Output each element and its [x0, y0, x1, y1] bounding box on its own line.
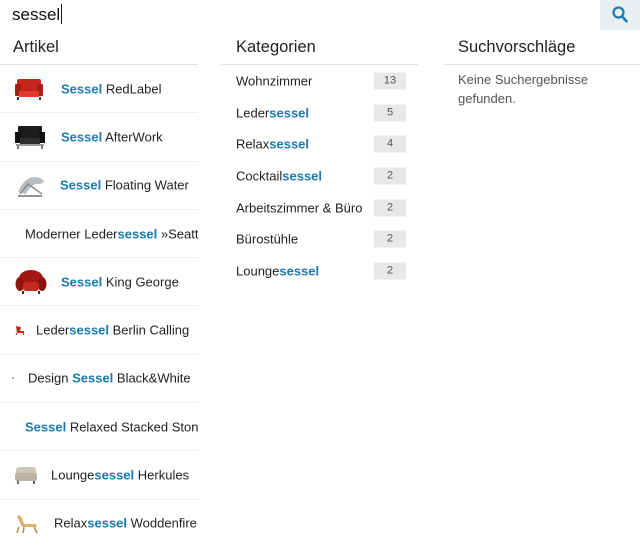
category-item[interactable]: Wohnzimmer 13 [236, 65, 408, 97]
search-icon [612, 6, 628, 23]
category-item[interactable]: Arbeitszimmer & Büro 2 [236, 192, 408, 224]
tiny-thumbnail [12, 377, 14, 380]
article-item[interactable]: Sessel Floating Water [0, 162, 198, 210]
category-label: Wohnzimmer [236, 73, 313, 89]
category-item[interactable]: Bürostühle 2 [236, 223, 408, 255]
category-item[interactable]: Relaxsessel 4 [236, 128, 408, 160]
black-armchair-thumbnail [15, 125, 45, 149]
article-title: Ledersessel Berlin Calling [36, 322, 190, 338]
category-label: Loungesessel [236, 263, 320, 279]
article-title: Design Sessel Black&White [28, 370, 191, 386]
articles-heading: Artikel [13, 38, 59, 56]
category-count-badge: 5 [374, 104, 406, 122]
article-title: Sessel Relaxed Stacked Stone [25, 419, 198, 435]
search-button[interactable] [600, 0, 640, 30]
text-caret [61, 4, 63, 24]
article-item[interactable]: Relaxsessel Woddenfire [0, 500, 198, 547]
article-item[interactable]: Sessel Relaxed Stacked Stone [0, 403, 198, 452]
category-count-badge: 2 [374, 199, 406, 217]
article-title: Moderner Ledersessel »Seattle [25, 226, 198, 242]
article-item[interactable]: Ledersessel Berlin Calling [0, 306, 198, 355]
article-item[interactable]: Sessel AfterWork [0, 113, 198, 162]
category-count-badge: 13 [374, 72, 406, 90]
article-title: Sessel RedLabel [61, 81, 162, 97]
small-red-chair-thumbnail [15, 326, 25, 336]
beige-lounge-chair-thumbnail [15, 467, 37, 485]
search-bar [0, 0, 640, 30]
categories-heading: Kategorien [236, 38, 316, 56]
wooden-chair-thumbnail [16, 515, 38, 534]
category-count-badge: 2 [374, 230, 406, 248]
chrome-lounger-thumbnail [18, 177, 44, 197]
article-item[interactable]: Moderner Ledersessel »Seattle [0, 210, 198, 259]
red-armchair-thumbnail [15, 78, 43, 100]
category-label: Relaxsessel [236, 136, 310, 152]
red-club-chair-thumbnail [15, 269, 47, 294]
category-label: Bürostühle [236, 231, 299, 247]
category-item[interactable]: Cocktailsessel 2 [236, 160, 408, 192]
article-title: Sessel King George [61, 274, 179, 290]
category-label: Ledersessel [236, 105, 310, 121]
article-title: Sessel AfterWork [61, 129, 163, 145]
category-label: Cocktailsessel [236, 168, 323, 184]
category-results-list: Wohnzimmer 13 Ledersessel 5 Relaxsessel … [236, 65, 408, 287]
category-count-badge: 2 [374, 167, 406, 185]
suggestions-heading: Suchvorschläge [458, 38, 576, 56]
search-input[interactable] [0, 0, 600, 30]
category-count-badge: 2 [374, 262, 406, 280]
suggestions-heading-divider [444, 64, 640, 65]
category-label: Arbeitszimmer & Büro [236, 200, 363, 216]
category-item[interactable]: Loungesessel 2 [236, 255, 408, 287]
article-title: Relaxsessel Woddenfire [54, 515, 197, 531]
article-item[interactable]: Sessel RedLabel [0, 65, 198, 114]
article-title: Loungesessel Herkules [51, 467, 190, 483]
category-count-badge: 4 [374, 135, 406, 153]
article-item[interactable]: Sessel King George [0, 258, 198, 307]
article-title: Sessel Floating Water [60, 177, 189, 193]
article-item[interactable]: Design Sessel Black&White [0, 355, 198, 404]
category-item[interactable]: Ledersessel 5 [236, 97, 408, 129]
no-suggestions-message: Keine Suchergebnisse gefunden. [458, 72, 589, 106]
article-item[interactable]: Loungesessel Herkules [0, 451, 198, 500]
article-results-list: Sessel RedLabel Sessel AfterWork Sessel … [0, 65, 198, 547]
